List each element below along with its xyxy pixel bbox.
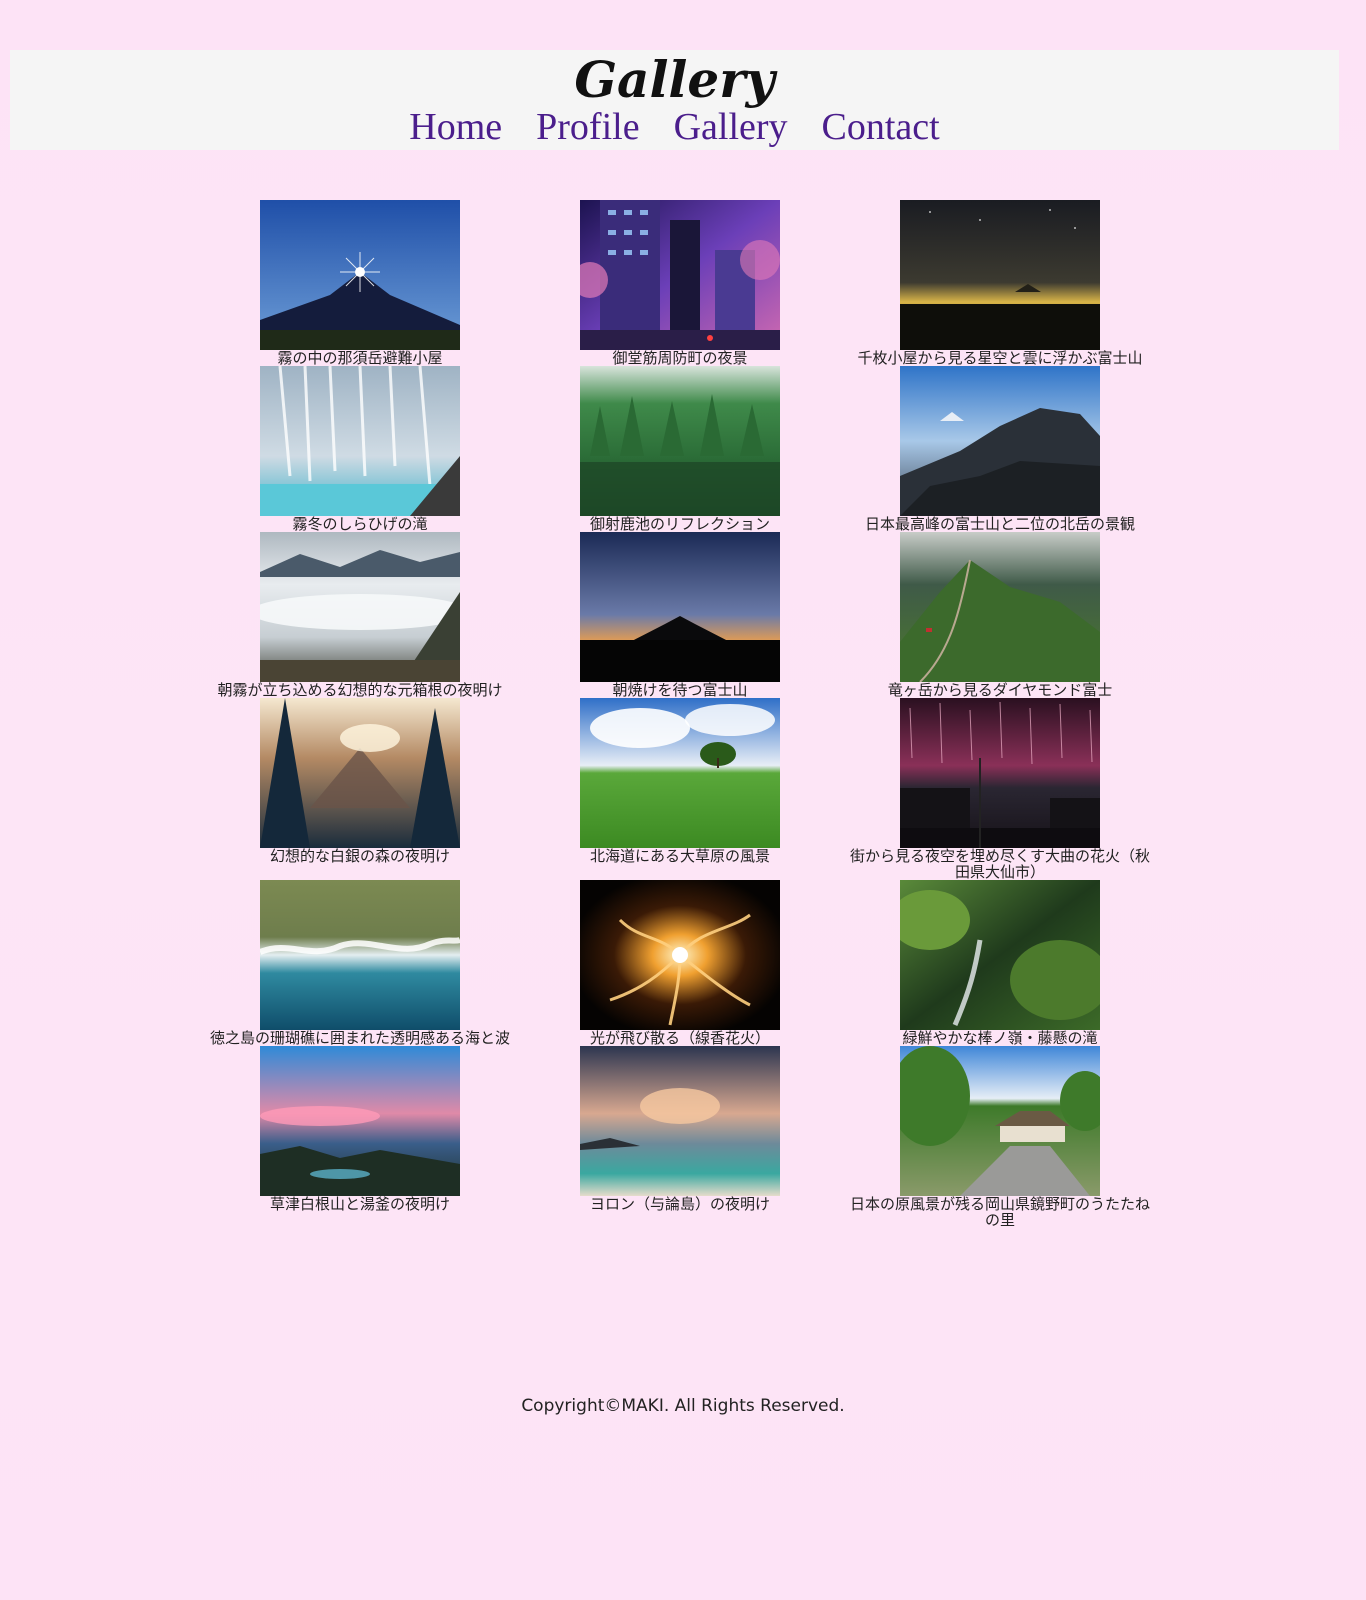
photo-caption: 光が飛び散る（線香花火） <box>589 1029 770 1047</box>
gallery-row: 幻想的な白銀の森の夜明け 北海道にある大草原の風景 街から見る夜空を埋め尽くす大… <box>200 698 1160 880</box>
photo-caption: ヨロン（与論島）の夜明け <box>589 1195 770 1213</box>
photo-thatched-house[interactable] <box>900 1046 1100 1196</box>
gallery-row: 草津白根山と湯釜の夜明け ヨロン（与論島）の夜明け 日本の原風景が残る岡山県鏡野… <box>200 1046 1160 1228</box>
photo-caption: 竜ヶ岳から見るダイヤモンド富士 <box>887 681 1113 699</box>
photo-caption: 日本の原風景が残る岡山県鏡野町のうたたねの里 <box>849 1195 1150 1229</box>
gallery-item[interactable]: 日本の原風景が残る岡山県鏡野町のうたたねの里 <box>840 1046 1160 1228</box>
gallery-item[interactable]: 街から見る夜空を埋め尽くす大曲の花火（秋田県大仙市） <box>840 698 1160 880</box>
gallery-item[interactable]: 御射鹿池のリフレクション <box>520 366 840 532</box>
nav-link-home[interactable]: Home <box>409 106 502 148</box>
photo-night-sky-fuji[interactable] <box>900 200 1100 350</box>
photo-caption: 御射鹿池のリフレクション <box>589 515 770 533</box>
nav-link-contact[interactable]: Contact <box>822 106 940 148</box>
gallery-item[interactable]: 朝霧が立ち込める幻想的な元箱根の夜明け <box>200 532 520 698</box>
photo-waterfall-ice[interactable] <box>260 366 460 516</box>
gallery-item[interactable]: 霧の中の那須岳避難小屋 <box>200 200 520 366</box>
photo-dawn-sky[interactable] <box>260 1046 460 1196</box>
nav-link-profile[interactable]: Profile <box>536 106 639 148</box>
photo-caption: 朝焼けを待つ富士山 <box>612 681 748 699</box>
gallery-item[interactable]: ヨロン（与論島）の夜明け <box>520 1046 840 1228</box>
gallery-item[interactable]: 千枚小屋から見る星空と雲に浮かぶ富士山 <box>840 200 1160 366</box>
gallery-item[interactable]: 北海道にある大草原の風景 <box>520 698 840 880</box>
photo-caption: 朝霧が立ち込める幻想的な元箱根の夜明け <box>217 681 503 699</box>
photo-caption: 霧冬のしらひげの滝 <box>292 515 428 533</box>
gallery-item[interactable]: 光が飛び散る（線香花火） <box>520 880 840 1046</box>
photo-sparkler[interactable] <box>580 880 780 1030</box>
photo-caption: 北海道にある大草原の風景 <box>589 847 770 865</box>
photo-fireworks[interactable] <box>900 698 1100 848</box>
photo-aerial-coast[interactable] <box>260 880 460 1030</box>
gallery-item[interactable]: 日本最高峰の富士山と二位の北岳の景観 <box>840 366 1160 532</box>
footer-copyright: Copyright©MAKI. All Rights Reserved. <box>521 1396 845 1416</box>
photo-city-night[interactable] <box>580 200 780 350</box>
photo-caption: 徳之島の珊瑚礁に囲まれた透明感ある海と波 <box>209 1029 510 1047</box>
photo-gallery: 霧の中の那須岳避難小屋 御堂筋周防町の夜景 千枚小屋から見る星空と雲に浮かぶ富士… <box>200 200 1160 1228</box>
photo-caption: 霧の中の那須岳避難小屋 <box>277 349 443 367</box>
gallery-row: 徳之島の珊瑚礁に囲まれた透明感ある海と波 光が飛び散る（線香花火） 緑鮮やかな棒… <box>200 880 1160 1046</box>
nav-link-gallery[interactable]: Gallery <box>674 106 788 148</box>
gallery-item[interactable]: 緑鮮やかな棒ノ嶺・藤懸の滝 <box>840 880 1160 1046</box>
page-title: Gallery <box>574 50 775 109</box>
photo-caption: 緑鮮やかな棒ノ嶺・藤懸の滝 <box>902 1029 1098 1047</box>
photo-green-ridge[interactable] <box>900 532 1100 682</box>
gallery-item[interactable]: 幻想的な白銀の森の夜明け <box>200 698 520 880</box>
gallery-item[interactable]: 徳之島の珊瑚礁に囲まれた透明感ある海と波 <box>200 880 520 1046</box>
photo-caption: 千枚小屋から見る星空と雲に浮かぶ富士山 <box>857 349 1143 367</box>
photo-sea-of-clouds[interactable] <box>260 532 460 682</box>
photo-beach-dawn[interactable] <box>580 1046 780 1196</box>
gallery-item[interactable]: 草津白根山と湯釜の夜明け <box>200 1046 520 1228</box>
photo-grassland[interactable] <box>580 698 780 848</box>
gallery-item[interactable]: 朝焼けを待つ富士山 <box>520 532 840 698</box>
gallery-item[interactable]: 霧冬のしらひげの滝 <box>200 366 520 532</box>
photo-fuji-diamond[interactable] <box>260 200 460 350</box>
site-header: Gallery Home Profile Gallery Contact <box>10 50 1339 150</box>
gallery-row: 霧の中の那須岳避難小屋 御堂筋周防町の夜景 千枚小屋から見る星空と雲に浮かぶ富士… <box>200 200 1160 366</box>
photo-mossy-falls[interactable] <box>900 880 1100 1030</box>
photo-caption: 街から見る夜空を埋め尽くす大曲の花火（秋田県大仙市） <box>849 847 1150 881</box>
gallery-item[interactable]: 御堂筋周防町の夜景 <box>520 200 840 366</box>
photo-forest-pond[interactable] <box>580 366 780 516</box>
photo-caption: 草津白根山と湯釜の夜明け <box>269 1195 450 1213</box>
photo-fuji-silhouette[interactable] <box>580 532 780 682</box>
gallery-row: 霧冬のしらひげの滝 御射鹿池のリフレクション 日本最高峰の富士山と二位の北岳の景… <box>200 366 1160 532</box>
photo-caption: 幻想的な白銀の森の夜明け <box>269 847 450 865</box>
photo-snow-forest[interactable] <box>260 698 460 848</box>
photo-mountain-ridge[interactable] <box>900 366 1100 516</box>
gallery-row: 朝霧が立ち込める幻想的な元箱根の夜明け 朝焼けを待つ富士山 竜ヶ岳から見るダイヤ… <box>200 532 1160 698</box>
main-nav: Home Profile Gallery Contact <box>10 106 1339 148</box>
photo-caption: 御堂筋周防町の夜景 <box>612 349 748 367</box>
gallery-item[interactable]: 竜ヶ岳から見るダイヤモンド富士 <box>840 532 1160 698</box>
photo-caption: 日本最高峰の富士山と二位の北岳の景観 <box>864 515 1135 533</box>
